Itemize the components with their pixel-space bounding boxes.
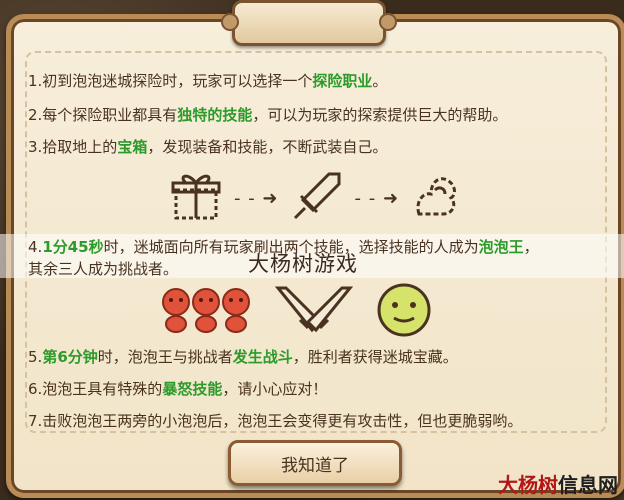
corner-logo-right: 信息网	[558, 473, 618, 497]
rule-text: 1.初到泡泡迷城探险时，玩家可以选择一个	[28, 72, 313, 90]
icon-row-skill: - - ➜ - - ➜	[168, 168, 465, 228]
rule-line-1: 1.初到泡泡迷城探险时，玩家可以选择一个探险职业。	[28, 70, 387, 91]
rule-highlight: 1分45秒	[42, 238, 104, 256]
rule-line-6: 6.泡泡王具有特殊的暴怒技能，请小心应对！	[28, 378, 327, 399]
rule-highlight: 暴怒技能	[162, 380, 223, 398]
rule-highlight: 独特的技能	[177, 106, 253, 124]
watermark: 大杨树游戏	[248, 252, 358, 276]
rule-highlight: 宝箱	[117, 138, 148, 156]
corner-logo-left: 大杨树	[498, 473, 558, 497]
rule-text: ，请小心应对！	[222, 380, 328, 398]
sword-icon	[289, 168, 345, 228]
rule-text: ，	[523, 238, 539, 256]
rule-line-5: 5.第6分钟时，泡泡王与挑战者发生战斗，胜利者获得迷城宝藏。	[28, 346, 458, 367]
rule-highlight: 探险职业	[312, 72, 373, 90]
rule-text: 2.每个探险职业都具有	[28, 106, 178, 124]
icon-row-battle	[158, 282, 434, 342]
rule-line-3: 3.拾取地上的宝箱，发现装备和技能，不断武装自己。	[28, 136, 387, 157]
rule-text: 4.	[28, 238, 43, 256]
rule-line-4b: 其余三人成为挑战者。	[28, 260, 179, 278]
rule-highlight: 发生战斗	[232, 348, 293, 366]
rule-text: ，胜利者获得迷城宝藏。	[292, 348, 458, 366]
rule-highlight: 泡泡王	[478, 238, 524, 256]
rule-text: ，发现装备和技能，不断武装自己。	[147, 138, 388, 156]
arrow-icon: - - ➜	[354, 187, 400, 209]
corner-logo: 大杨树信息网	[498, 469, 618, 498]
gift-icon	[168, 168, 224, 228]
title-plate	[221, 0, 397, 46]
rule-text: 。	[372, 72, 388, 90]
rule-line-7: 7.击败泡泡王两旁的小泡泡后，泡泡王会变得更有攻击性，但也更脆弱哟。	[28, 412, 523, 430]
rule-text: ，可以为玩家的探索提供巨大的帮助。	[252, 106, 508, 124]
rule-highlight: 第6分钟	[42, 348, 98, 366]
rule-line-2: 2.每个探险职业都具有独特的技能，可以为玩家的探索提供巨大的帮助。	[28, 104, 507, 125]
got-it-button[interactable]: 我知道了	[228, 440, 402, 486]
rule-text: 6.泡泡王具有特殊的	[28, 380, 163, 398]
arrow-icon: - - ➜	[234, 187, 279, 209]
rule-text: 3.拾取地上的	[28, 138, 118, 156]
crossed-swords-icon	[272, 284, 356, 340]
flex-arm-icon	[409, 168, 465, 228]
red-bubble-icon	[158, 284, 254, 340]
rule-text: 5.	[28, 348, 43, 366]
rule-text: 时，泡泡王与挑战者	[97, 348, 233, 366]
green-bubble-icon	[374, 282, 434, 342]
